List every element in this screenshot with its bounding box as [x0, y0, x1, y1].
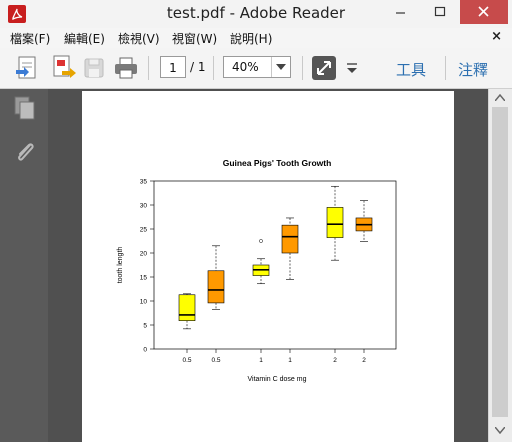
menu-edit[interactable]: 編輯(E) — [64, 30, 105, 47]
x-axis-label: Vitamin C dose mg — [247, 376, 306, 383]
tools-button[interactable]: 工具 — [396, 59, 426, 80]
box — [326, 207, 344, 238]
scroll-thumb[interactable] — [492, 107, 508, 417]
comment-button[interactable]: 注釋 — [458, 59, 488, 80]
menu-view[interactable]: 檢視(V) — [118, 30, 160, 47]
toolbar-separator — [213, 56, 214, 80]
export-pdf-icon[interactable] — [50, 54, 78, 82]
page-number-input[interactable]: 1 — [160, 56, 186, 78]
zoom-value: 40% — [232, 60, 259, 74]
app-window: test.pdf - Adobe Reader 檔案(F) 編輯(E) 檢視(V… — [0, 0, 512, 442]
scroll-down-icon[interactable] — [492, 424, 509, 438]
scroll-up-icon[interactable] — [492, 91, 509, 105]
toolbar-separator — [148, 56, 149, 80]
zoom-select[interactable]: 40% — [223, 56, 291, 78]
y-axis-label: tooth length — [117, 247, 124, 284]
x-tick-label: 2 — [362, 357, 366, 364]
pages-panel-icon[interactable] — [12, 95, 38, 121]
document-viewer: Guinea Pigs' Tooth Growth Vitamin C dose… — [48, 89, 488, 442]
expand-icon[interactable] — [310, 54, 338, 82]
create-pdf-icon[interactable] — [14, 54, 42, 82]
plot-frame — [153, 180, 397, 350]
vertical-scrollbar[interactable] — [488, 89, 512, 442]
box — [207, 270, 225, 304]
minimize-button[interactable] — [380, 0, 420, 24]
title-bar: test.pdf - Adobe Reader — [0, 0, 512, 28]
chart-title: Guinea Pigs' Tooth Growth — [223, 158, 332, 168]
outlier-point — [259, 239, 263, 243]
close-document-icon[interactable]: × — [491, 29, 502, 44]
x-tick-label: 0.5 — [182, 357, 191, 364]
y-tick-label: 0 — [143, 347, 147, 354]
print-icon[interactable] — [112, 54, 140, 82]
page-total: / 1 — [190, 60, 206, 74]
x-tick-label: 1 — [288, 357, 292, 364]
toolbar-separator — [445, 56, 446, 80]
x-tick-label: 2 — [333, 357, 337, 364]
save-icon[interactable] — [80, 54, 108, 82]
close-button[interactable] — [460, 0, 508, 24]
x-tick-label: 1 — [259, 357, 263, 364]
more-options-icon[interactable] — [344, 54, 372, 82]
maximize-button[interactable] — [420, 0, 460, 24]
y-tick-label: 10 — [140, 299, 148, 306]
box — [178, 294, 196, 321]
navigation-panel — [0, 89, 48, 442]
y-tick-label: 20 — [140, 251, 148, 258]
y-tick-label: 30 — [140, 203, 148, 210]
x-tick-label: 0.5 — [211, 357, 220, 364]
boxplot-chart: Guinea Pigs' Tooth Growth Vitamin C dose… — [117, 158, 397, 383]
menu-help[interactable]: 說明(H) — [230, 30, 272, 47]
menu-bar: 檔案(F) 編輯(E) 檢視(V) 視窗(W) 說明(H) × — [0, 28, 512, 49]
y-tick-label: 15 — [140, 275, 148, 282]
box — [281, 224, 299, 254]
chevron-down-icon[interactable] — [271, 57, 290, 77]
y-tick-label: 5 — [143, 323, 147, 330]
menu-file[interactable]: 檔案(F) — [10, 30, 50, 47]
paperclip-icon[interactable] — [12, 139, 38, 165]
menu-window[interactable]: 視窗(W) — [172, 30, 217, 47]
toolbar-separator — [302, 56, 303, 80]
toolbar: 1 / 1 40% 工具 注釋 — [0, 48, 512, 89]
pdf-page: Guinea Pigs' Tooth Growth Vitamin C dose… — [82, 91, 454, 442]
y-tick-label: 25 — [140, 227, 148, 234]
y-tick-label: 35 — [140, 179, 148, 186]
